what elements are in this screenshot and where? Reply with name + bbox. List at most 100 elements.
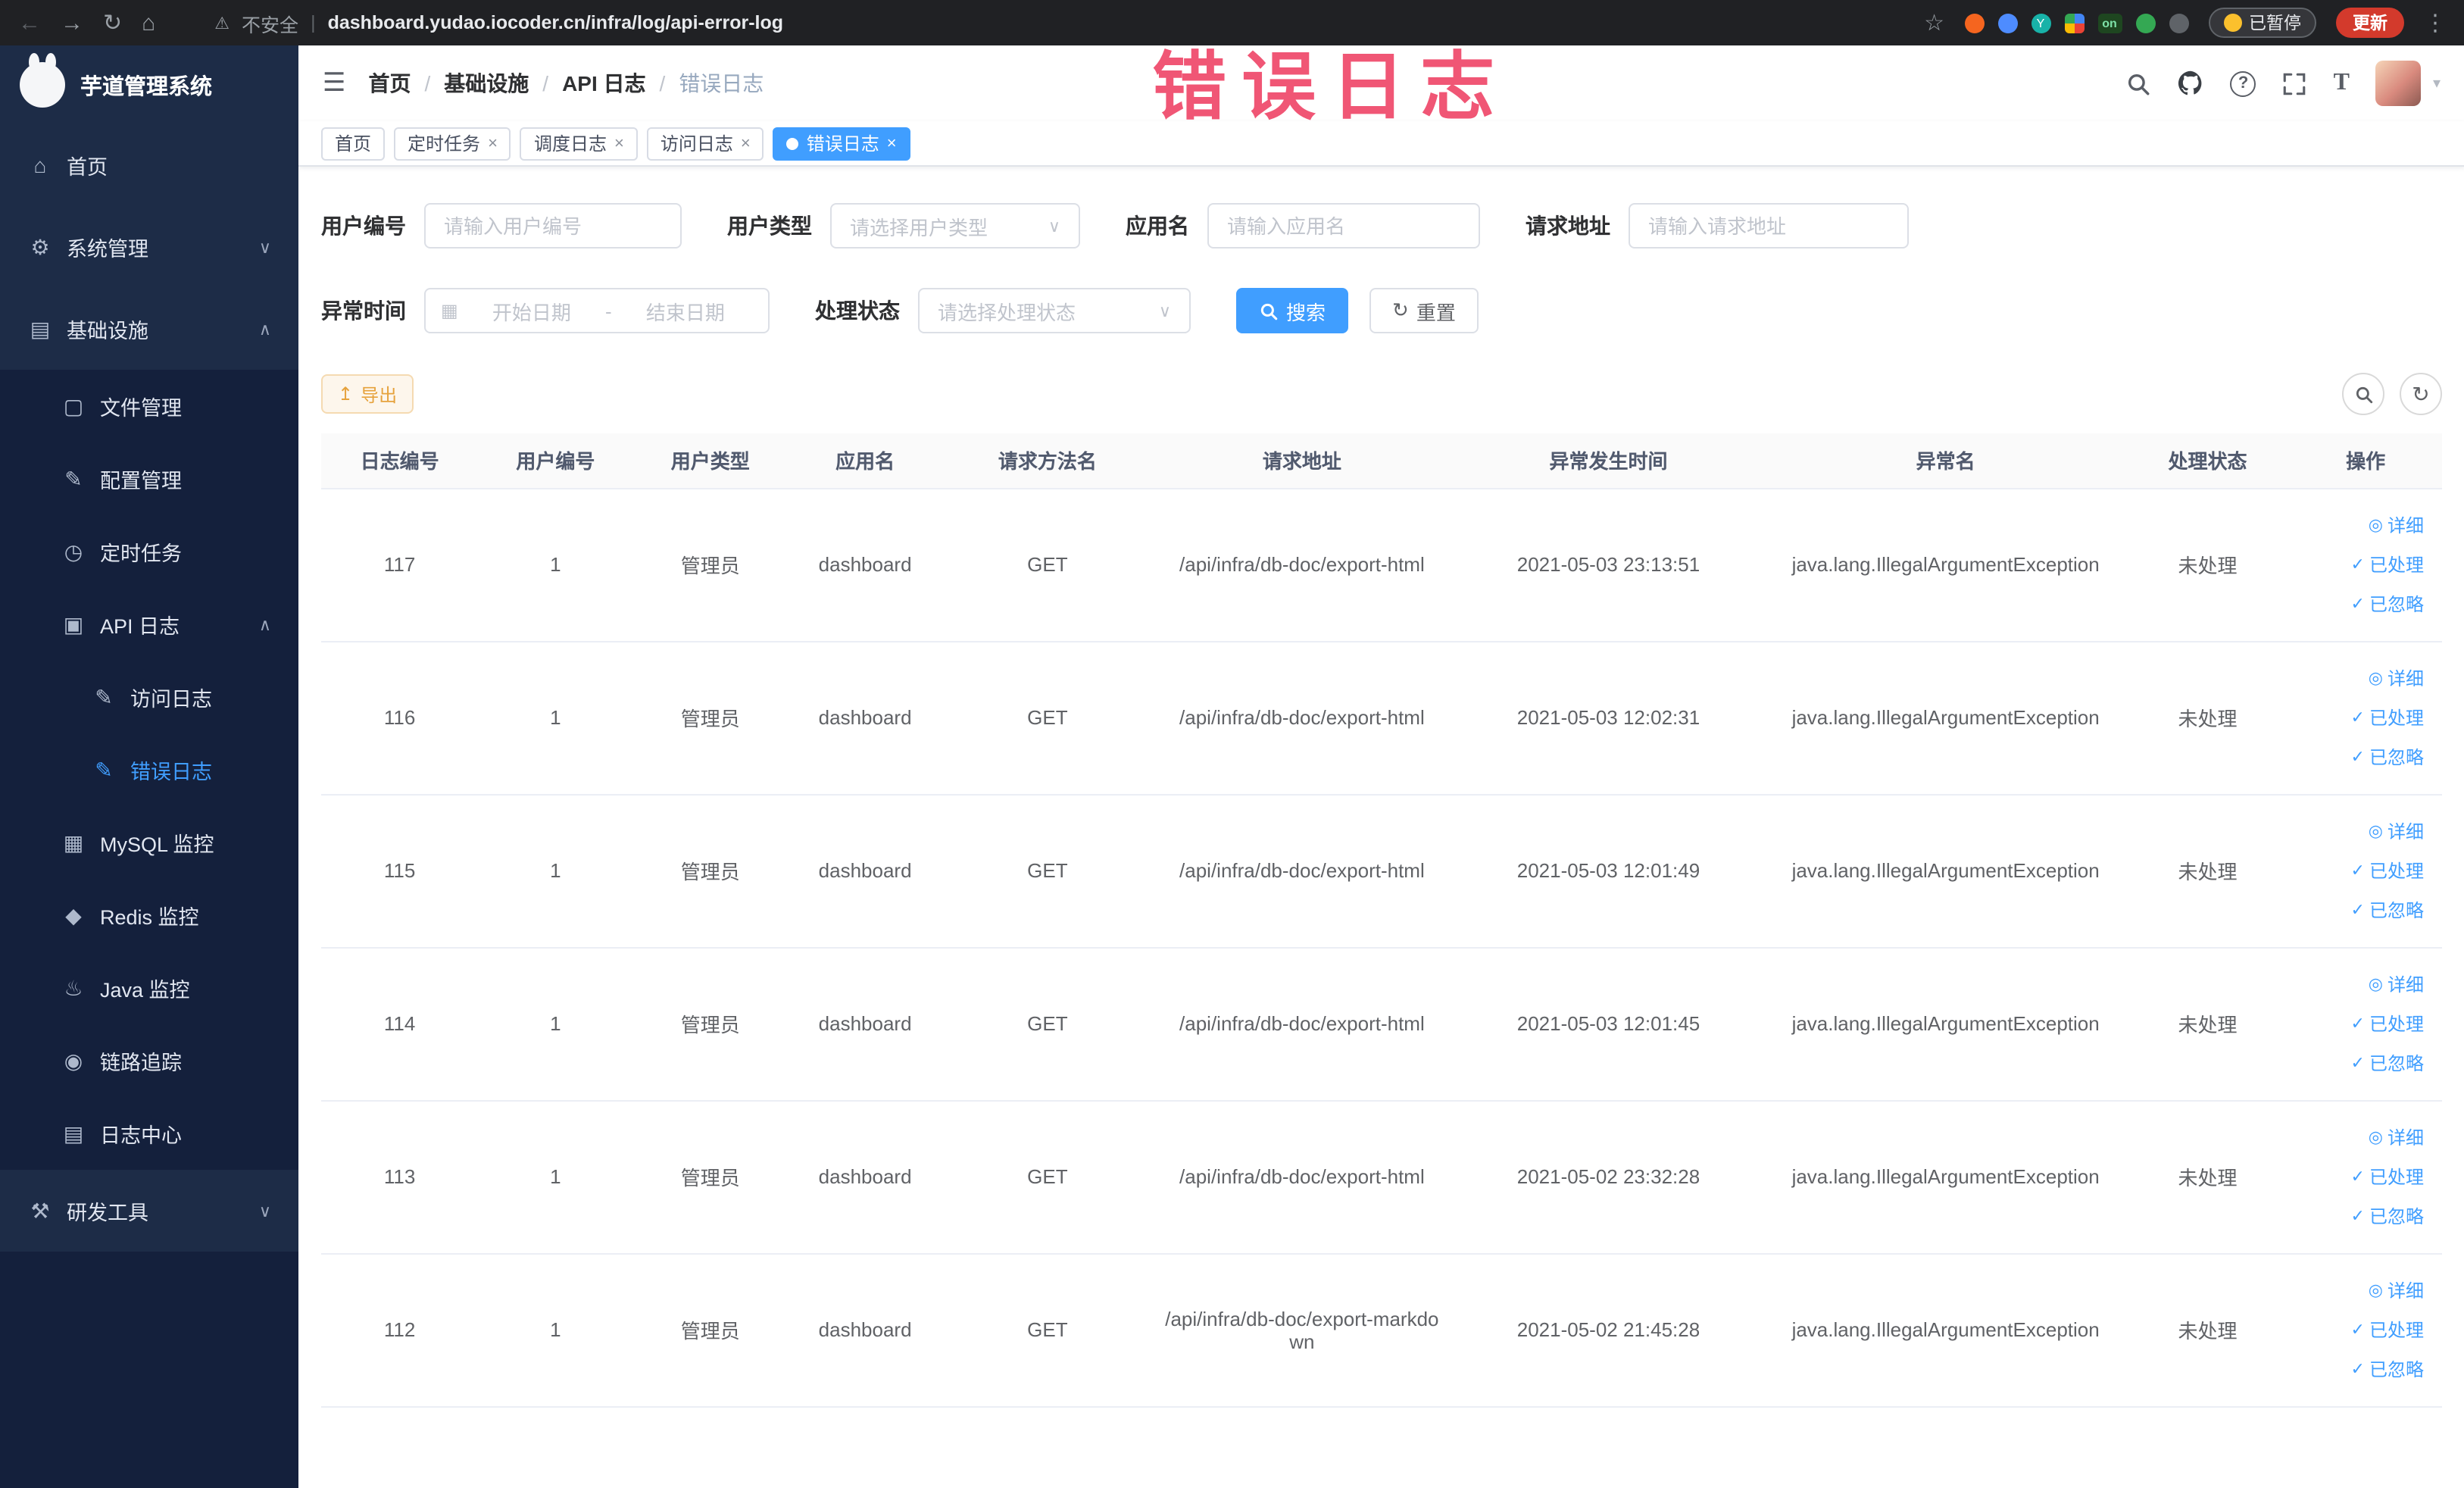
filter-form: 用户编号 用户类型 请选择用户类型 ∨ 应用名 (298, 167, 2464, 373)
select-placeholder: 请选择用户类型 (850, 216, 988, 239)
app-logo[interactable]: 芋道管理系统 (0, 45, 298, 124)
browser-menu-icon[interactable]: ⋮ (2424, 11, 2447, 34)
detail-link[interactable]: ◎ 详细 (2295, 811, 2436, 851)
cell-url: /api/infra/db-doc/export-html (1152, 1100, 1452, 1254)
sidebar-item-trace[interactable]: ◉ 链路追踪 (0, 1024, 298, 1097)
sidebar-item-config-management[interactable]: ✎ 配置管理 (0, 442, 298, 515)
tab-access-log[interactable]: 访问日志 × (646, 127, 764, 160)
cell-log-id: 114 (321, 947, 479, 1101)
extension-on-badge[interactable]: on (2097, 13, 2122, 33)
processed-link[interactable]: ✓ 已处理 (2295, 545, 2436, 584)
user-type-select[interactable]: 请选择用户类型 ∨ (830, 203, 1080, 249)
processed-link[interactable]: ✓ 已处理 (2295, 698, 2436, 737)
font-size-icon[interactable]: T (2334, 70, 2350, 97)
table-toolbar: ↥ 导出 ↻ (298, 373, 2464, 415)
processed-link[interactable]: ✓ 已处理 (2295, 1310, 2436, 1349)
reload-icon[interactable]: ↻ (103, 11, 122, 34)
search-button[interactable]: 搜索 (1236, 288, 1349, 333)
ignored-link[interactable]: ✓ 已忽略 (2295, 584, 2436, 624)
hamburger-icon[interactable]: ☰ (323, 68, 346, 98)
sidebar-item-error-log[interactable]: ✎ 错误日志 (0, 733, 298, 806)
ignored-link[interactable]: ✓ 已忽略 (2295, 1349, 2436, 1389)
tab-schedule-log[interactable]: 调度日志 × (520, 127, 638, 160)
check-icon: ✓ (2350, 749, 2365, 767)
home-icon: ⌂ (33, 153, 47, 177)
sidebar-item-home[interactable]: ⌂ 首页 (0, 124, 298, 206)
user-id-input[interactable] (424, 203, 682, 249)
tab-scheduled-tasks[interactable]: 定时任务 × (394, 127, 511, 160)
cell-status: 未处理 (2125, 641, 2290, 795)
back-icon[interactable]: ← (18, 11, 41, 34)
process-status-select[interactable]: 请选择处理状态 ∨ (918, 288, 1191, 333)
search-icon[interactable] (2126, 70, 2152, 96)
breadcrumb-api-log[interactable]: API 日志 (562, 68, 645, 98)
process-status-label: 处理状态 (815, 299, 900, 323)
request-url-input[interactable] (1629, 203, 1909, 249)
github-icon[interactable] (2178, 70, 2205, 97)
browser-update-button[interactable]: 更新 (2336, 8, 2404, 38)
detail-link[interactable]: ◎ 详细 (2295, 658, 2436, 698)
processed-link[interactable]: ✓ 已处理 (2295, 1157, 2436, 1196)
breadcrumb-home[interactable]: 首页 (369, 68, 411, 98)
ignored-link[interactable]: ✓ 已忽略 (2295, 890, 2436, 930)
extension-icon-2[interactable] (1997, 13, 2017, 33)
sidebar-item-label: 基础设施 (67, 320, 148, 342)
extension-icon-1[interactable] (1964, 13, 1984, 33)
forward-icon[interactable]: → (61, 11, 83, 34)
close-icon[interactable]: × (488, 134, 498, 152)
select-placeholder: 请选择处理状态 (938, 301, 1076, 324)
ignored-link[interactable]: ✓ 已忽略 (2295, 737, 2436, 777)
avatar[interactable] (2375, 61, 2421, 106)
reset-button-label: 重置 (1416, 301, 1456, 324)
sidebar-item-access-log[interactable]: ✎ 访问日志 (0, 661, 298, 733)
processed-link[interactable]: ✓ 已处理 (2295, 851, 2436, 890)
app-name-input[interactable] (1207, 203, 1480, 249)
close-icon[interactable]: × (614, 134, 624, 152)
sidebar-item-java-monitor[interactable]: ♨ Java 监控 (0, 952, 298, 1024)
extension-icon-6[interactable] (2169, 13, 2188, 33)
extension-icon-5[interactable] (2135, 13, 2155, 33)
main-content: ☰ 首页 / 基础设施 / API 日志 / 错误日志 ? T ▾ 首页 定时任… (298, 45, 2464, 1488)
ignored-link[interactable]: ✓ 已忽略 (2295, 1196, 2436, 1236)
sidebar-item-label: 日志中心 (100, 1124, 182, 1147)
sidebar-item-system-management[interactable]: ⚙ 系统管理 ∨ (0, 206, 298, 288)
sidebar-item-dev-tools[interactable]: ⚒ 研发工具 ∨ (0, 1170, 298, 1252)
address-bar[interactable]: ⚠ 不安全 | dashboard.yudao.iocoder.cn/infra… (175, 8, 1904, 37)
refresh-table-button[interactable]: ↻ (2400, 373, 2442, 415)
close-icon[interactable]: × (741, 134, 751, 152)
export-icon: ↥ (338, 383, 354, 405)
reset-button[interactable]: ↻ 重置 (1369, 288, 1479, 333)
sidebar-item-redis-monitor[interactable]: ◆ Redis 监控 (0, 879, 298, 952)
tab-error-log[interactable]: 错误日志 × (773, 127, 910, 160)
extension-icon-4[interactable] (2064, 13, 2084, 33)
detail-link[interactable]: ◎ 详细 (2295, 1118, 2436, 1157)
breadcrumb-infrastructure[interactable]: 基础设施 (444, 68, 529, 98)
chevron-down-icon: ∨ (258, 239, 271, 257)
help-icon[interactable]: ? (2230, 70, 2256, 96)
sidebar-item-api-log[interactable]: ▣ API 日志 ∧ (0, 588, 298, 661)
sidebar-item-log-center[interactable]: ▤ 日志中心 (0, 1097, 298, 1170)
tab-label: 调度日志 (533, 133, 607, 155)
sidebar-item-file-management[interactable]: ▢ 文件管理 (0, 370, 298, 442)
processed-link[interactable]: ✓ 已处理 (2295, 1004, 2436, 1043)
paused-extension-chip[interactable]: 已暂停 (2208, 8, 2316, 38)
detail-link[interactable]: ◎ 详细 (2295, 505, 2436, 545)
log-center-icon: ▤ (63, 1121, 84, 1145)
fullscreen-icon[interactable] (2282, 70, 2308, 96)
tab-home[interactable]: 首页 (321, 127, 386, 160)
extension-icon-3[interactable]: Y (2031, 13, 2050, 33)
export-button[interactable]: ↥ 导出 (321, 374, 414, 414)
avatar-caret-icon[interactable]: ▾ (2433, 75, 2441, 92)
cell-user-type: 管理员 (632, 641, 788, 795)
detail-link[interactable]: ◎ 详细 (2295, 964, 2436, 1004)
sidebar-item-scheduled-tasks[interactable]: ◷ 定时任务 (0, 515, 298, 588)
toggle-search-button[interactable] (2342, 373, 2384, 415)
bookmark-star-icon[interactable]: ☆ (1924, 11, 1944, 34)
exception-time-range-picker[interactable]: ▦ 开始日期 - 结束日期 (424, 288, 770, 333)
ignored-link[interactable]: ✓ 已忽略 (2295, 1043, 2436, 1083)
sidebar-item-mysql-monitor[interactable]: ▦ MySQL 监控 (0, 806, 298, 879)
browser-home-icon[interactable]: ⌂ (142, 11, 155, 34)
detail-link[interactable]: ◎ 详细 (2295, 1271, 2436, 1310)
sidebar-item-infrastructure[interactable]: ▤ 基础设施 ∧ (0, 288, 298, 370)
close-icon[interactable]: × (887, 134, 897, 152)
